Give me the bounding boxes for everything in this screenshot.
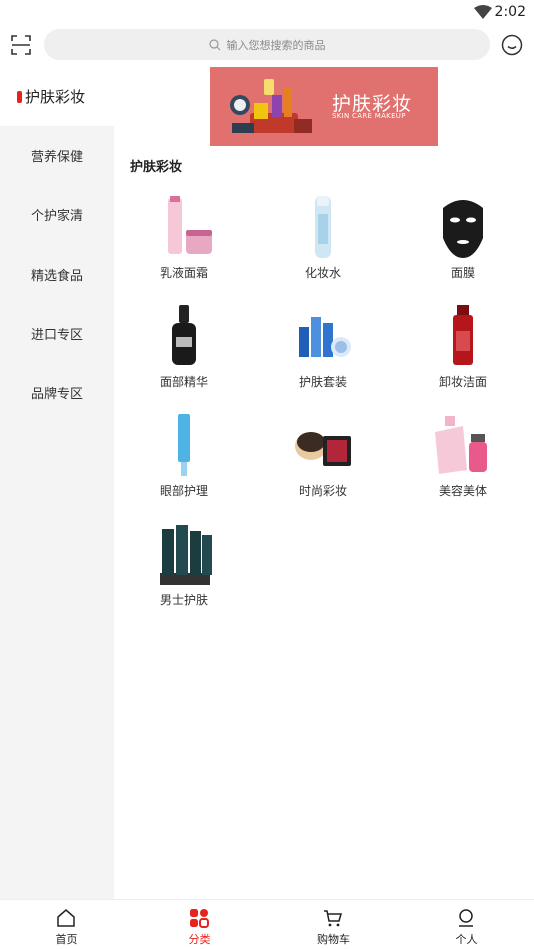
message-icon[interactable] xyxy=(501,34,523,56)
banner-subtitle: SKIN CARE MAKEUP xyxy=(332,112,406,120)
sidebar-item-label: 进口专区 xyxy=(30,328,83,343)
category-item-serum[interactable]: 面部精华 xyxy=(134,303,234,403)
profile-icon xyxy=(459,909,473,927)
cart-icon xyxy=(324,910,342,927)
tab-label: 个人 xyxy=(455,933,478,946)
search-icon xyxy=(208,38,220,50)
eye-care-icon xyxy=(178,414,190,476)
sidebar-item-label: 个护家清 xyxy=(30,209,83,224)
status-time: 2:02 xyxy=(494,4,526,20)
tab-home[interactable]: 首页 xyxy=(0,900,133,949)
top-bar: 输入您想搜索的商品 xyxy=(0,26,534,66)
category-item-toner[interactable]: 化妆水 xyxy=(273,194,373,294)
men-skincare-icon xyxy=(160,525,212,585)
category-item-face-mask[interactable]: 面膜 xyxy=(413,194,513,294)
sidebar-item-label: 营养保健 xyxy=(30,150,83,165)
sidebar-item-import[interactable]: 进口专区 xyxy=(0,304,114,363)
lotion-cream-icon xyxy=(168,196,212,254)
scan-icon[interactable] xyxy=(10,34,32,56)
search-input[interactable]: 输入您想搜索的商品 xyxy=(44,29,490,60)
tab-label: 购物车 xyxy=(317,933,350,946)
category-icon xyxy=(190,909,209,928)
sidebar-item-personal-care[interactable]: 个护家清 xyxy=(0,185,114,244)
sidebar-item-label: 精选食品 xyxy=(30,269,83,284)
category-item-label: 男士护肤 xyxy=(159,593,208,607)
skincare-set-icon xyxy=(299,317,351,357)
category-content: 护肤彩妆 SKIN CARE MAKEUP 护肤彩妆 乳液面霜 化妆水 面膜 面… xyxy=(114,67,534,899)
tab-label: 首页 xyxy=(55,933,78,946)
makeup-collage-image xyxy=(230,79,312,133)
status-bar: 2:02 xyxy=(0,0,534,26)
category-item-skincare-set[interactable]: 护肤套装 xyxy=(273,303,373,403)
bottom-tab-bar: 首页 分类 购物车 个人 xyxy=(0,899,534,949)
category-item-makeup[interactable]: 时尚彩妆 xyxy=(273,412,373,512)
sidebar-item-nutrition[interactable]: 营养保健 xyxy=(0,126,114,185)
tab-cart[interactable]: 购物车 xyxy=(267,900,400,949)
sidebar-item-label: 护肤彩妆 xyxy=(25,88,86,106)
wifi-icon xyxy=(474,5,492,19)
toner-icon xyxy=(315,196,331,258)
sidebar-item-skincare-makeup[interactable]: 护肤彩妆 xyxy=(0,67,114,126)
sidebar-item-label: 品牌专区 xyxy=(30,387,83,402)
tab-label: 分类 xyxy=(188,933,211,946)
category-item-label: 面部精华 xyxy=(159,375,208,389)
makeup-icon xyxy=(295,432,351,466)
category-item-label: 护肤套装 xyxy=(298,375,347,389)
category-item-label: 卸妆洁面 xyxy=(438,375,487,389)
serum-icon xyxy=(172,305,196,365)
category-item-men-skincare[interactable]: 男士护肤 xyxy=(134,521,234,621)
category-item-label: 眼部护理 xyxy=(159,484,208,498)
category-banner[interactable]: 护肤彩妆 SKIN CARE MAKEUP xyxy=(210,67,438,146)
category-item-label: 时尚彩妆 xyxy=(298,484,347,498)
category-item-lotion-cream[interactable]: 乳液面霜 xyxy=(134,194,234,294)
category-item-cleanser[interactable]: 卸妆洁面 xyxy=(413,303,513,403)
category-sidebar: 护肤彩妆 营养保健 个护家清 精选食品 进口专区 品牌专区 xyxy=(0,67,114,899)
home-icon xyxy=(57,909,75,927)
sidebar-item-brands[interactable]: 品牌专区 xyxy=(0,363,114,422)
cleanser-icon xyxy=(453,305,473,365)
category-item-label: 乳液面霜 xyxy=(159,266,208,280)
tab-category[interactable]: 分类 xyxy=(133,900,266,949)
category-item-eye-care[interactable]: 眼部护理 xyxy=(134,412,234,512)
category-item-beauty-body[interactable]: 美容美体 xyxy=(413,412,513,512)
category-item-label: 化妆水 xyxy=(304,266,341,280)
face-mask-icon xyxy=(443,200,483,258)
sidebar-item-food[interactable]: 精选食品 xyxy=(0,245,114,304)
section-title: 护肤彩妆 xyxy=(130,160,183,175)
category-item-label: 面膜 xyxy=(450,266,475,280)
search-placeholder: 输入您想搜索的商品 xyxy=(226,38,326,52)
tab-profile[interactable]: 个人 xyxy=(400,900,533,949)
active-indicator xyxy=(17,91,22,103)
category-item-label: 美容美体 xyxy=(438,484,487,498)
perfume-icon xyxy=(435,416,487,474)
